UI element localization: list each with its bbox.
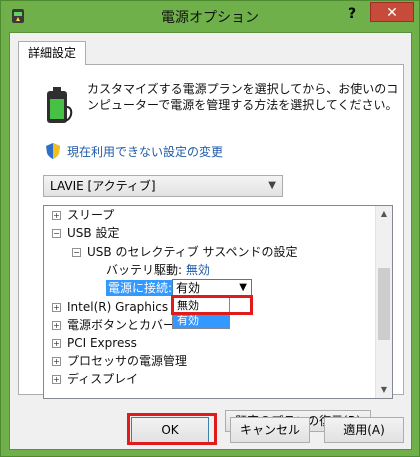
help-button[interactable]: ? bbox=[339, 3, 365, 25]
settings-tree[interactable]: + スリープ − USB 設定 − USB のセレクティブ サスペンドの設定 バッテリ… bbox=[43, 205, 393, 399]
tree-item-processor-power[interactable]: + プロセッサの電源管理 bbox=[52, 352, 187, 370]
tree-item-label: USB 設定 bbox=[67, 226, 120, 240]
power-plan-select[interactable]: LAVIE [アクティブ] ▼ bbox=[43, 175, 283, 197]
expand-icon[interactable]: + bbox=[52, 339, 61, 348]
tree-item-usb-selective-suspend[interactable]: − USB のセレクティブ サスペンドの設定 bbox=[72, 243, 297, 261]
power-plan-select-value: LAVIE [アクティブ] bbox=[50, 179, 156, 193]
scroll-down-icon[interactable]: ▼ bbox=[376, 382, 392, 398]
tab-panel: カスタマイズする電源プランを選択してから、お使いのコンピューターで電源を管理する… bbox=[18, 64, 404, 432]
description-text: カスタマイズする電源プランを選択してから、お使いのコンピューターで電源を管理する… bbox=[87, 82, 399, 112]
setting-on-battery[interactable]: バッテリ駆動: 無効 bbox=[106, 261, 210, 279]
dialog-client-area: 詳細設定 カスタマイズする電源プランを選択してから、お使いのコンピューターで電源… bbox=[9, 32, 412, 450]
battery-plug-icon bbox=[47, 87, 73, 123]
tree-item-label: USB のセレクティブ サスペンドの設定 bbox=[87, 245, 298, 259]
tree-item-power-buttons[interactable]: + 電源ボタンとカバー bbox=[52, 316, 175, 334]
tree-item-label: Intel(R) Graphics bbox=[67, 300, 169, 314]
tree-item-pci-express[interactable]: + PCI Express bbox=[52, 334, 137, 352]
cancel-button[interactable]: キャンセル bbox=[230, 417, 310, 443]
chevron-down-icon: ▼ bbox=[268, 180, 276, 191]
power-options-window: 電源オプション ? ✕ 詳細設定 カスタマイズする電源プランを選択してから、お使… bbox=[0, 0, 420, 457]
scroll-up-icon[interactable]: ▲ bbox=[376, 206, 392, 222]
title-bar[interactable]: 電源オプション ? ✕ bbox=[1, 1, 419, 31]
collapse-icon[interactable]: − bbox=[52, 229, 61, 238]
expand-icon[interactable]: + bbox=[52, 357, 61, 366]
tree-item-sleep[interactable]: + スリープ bbox=[52, 206, 114, 224]
tree-item-label: プロセッサの電源管理 bbox=[67, 354, 188, 368]
scroll-thumb[interactable] bbox=[378, 268, 390, 340]
tree-item-label: ディスプレイ bbox=[67, 372, 139, 386]
expand-icon[interactable]: + bbox=[52, 211, 61, 220]
setting-label: 電源に接続: bbox=[106, 280, 175, 296]
option-highlight-box bbox=[171, 295, 253, 315]
tab-advanced-settings[interactable]: 詳細設定 bbox=[18, 41, 86, 65]
setting-value-link[interactable]: 無効 bbox=[186, 263, 210, 277]
chevron-down-icon: ▼ bbox=[239, 282, 247, 293]
collapse-icon[interactable]: − bbox=[72, 248, 81, 257]
uac-shield-icon bbox=[46, 143, 60, 159]
select-value: 有効 bbox=[176, 281, 201, 295]
apply-button[interactable]: 適用(A) bbox=[324, 417, 404, 443]
tree-item-usb-settings[interactable]: − USB 設定 bbox=[52, 224, 119, 242]
expand-icon[interactable]: + bbox=[52, 321, 61, 330]
setting-plugged-in[interactable]: 電源に接続: bbox=[106, 279, 175, 297]
tree-item-intel-graphics[interactable]: + Intel(R) Graphics bbox=[52, 298, 168, 316]
tree-item-display[interactable]: + ディスプレイ bbox=[52, 370, 138, 388]
change-unavailable-settings-link[interactable]: 現在利用できない設定の変更 bbox=[67, 143, 223, 160]
tree-item-label: 電源ボタンとカバー bbox=[67, 318, 176, 332]
ok-highlight-box bbox=[127, 413, 217, 445]
close-button[interactable]: ✕ bbox=[370, 2, 414, 22]
expand-icon[interactable]: + bbox=[52, 303, 61, 312]
tree-item-label: PCI Express bbox=[67, 336, 137, 350]
expand-icon[interactable]: + bbox=[52, 375, 61, 384]
dropdown-option-enabled[interactable]: 有効 bbox=[173, 313, 229, 328]
vertical-scrollbar[interactable]: ▲ ▼ bbox=[375, 206, 392, 398]
setting-label: バッテリ駆動: bbox=[106, 263, 183, 277]
tree-item-label: スリープ bbox=[67, 208, 115, 222]
